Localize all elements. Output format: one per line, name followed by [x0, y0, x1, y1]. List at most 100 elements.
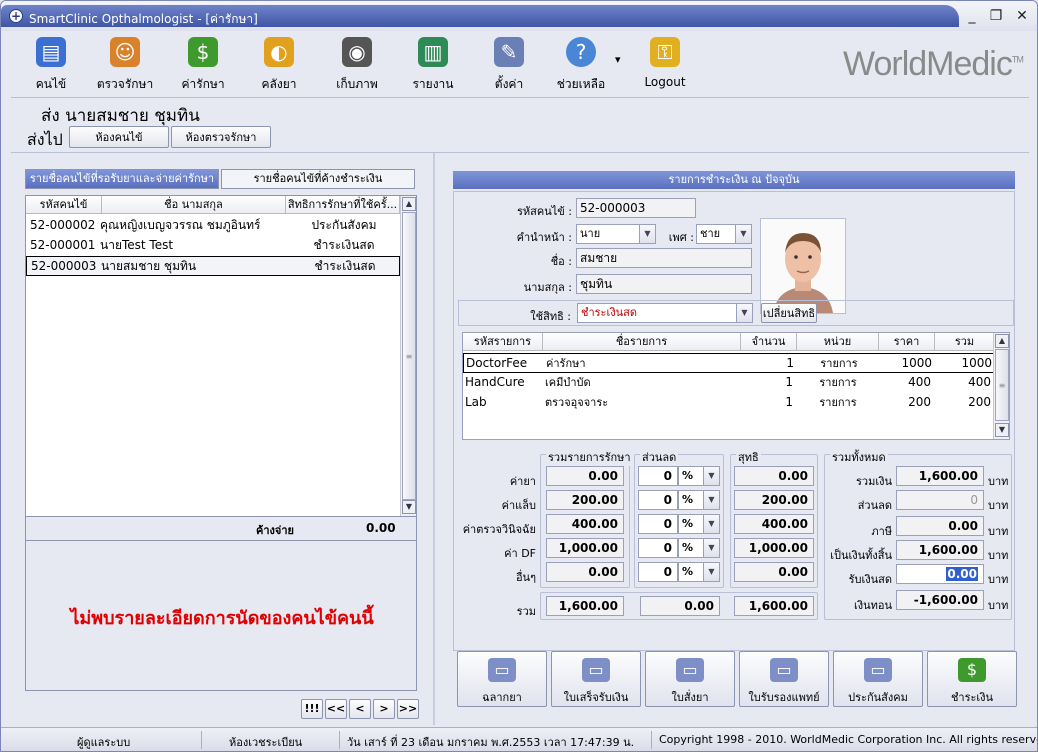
pay-button[interactable]: $ ชำระเงิน — [927, 651, 1017, 707]
lab-fee-discount[interactable]: 0 — [638, 490, 678, 510]
scroll-up-icon[interactable]: ▲ — [995, 334, 1009, 348]
other-fee-amount[interactable]: 0.00 — [546, 562, 624, 582]
last-name-field[interactable]: ชุมทิน — [576, 274, 752, 294]
column-header-unit[interactable]: หน่วย — [797, 333, 879, 351]
diagnosis-fee-discount[interactable]: 0 — [638, 514, 678, 534]
tab-owing-patients[interactable]: รายชื่อคนไข้ที่ค้างชำระเงิน — [221, 169, 415, 189]
column-header-qty[interactable]: จำนวน — [741, 333, 797, 351]
table-row[interactable]: 52-000001 นายTest Test ชำระเงินสด — [26, 236, 400, 256]
patient-list-scrollbar[interactable]: ▲ ≡ ▼ — [400, 196, 416, 516]
prescription-button[interactable]: ▭ ใบสั่งยา — [645, 651, 735, 707]
patient-room-button[interactable]: ห้องคนไข้ — [69, 126, 169, 148]
diagnosis-fee-discount-type[interactable]: % ▼ — [678, 514, 720, 534]
exam-room-button[interactable]: ห้องตรวจรักษา — [171, 126, 271, 148]
total-discount-field[interactable]: 0 — [896, 490, 984, 510]
tab-waiting-patients[interactable]: รายชื่อคนไข้ที่รอรับยาและจ่ายค่ารักษา — [25, 169, 219, 189]
minimize-button[interactable]: _ — [963, 9, 981, 25]
scroll-thumb[interactable]: ≡ — [995, 349, 1009, 421]
drug-fee-amount[interactable]: 0.00 — [546, 466, 624, 486]
patient-list[interactable]: รหัสคนไข้ ชื่อ นามสกุล สิทธิการรักษาที่ใ… — [25, 195, 417, 517]
sex-select[interactable]: ชาย ▼ — [696, 224, 752, 244]
other-fee-net[interactable]: 0.00 — [734, 562, 814, 582]
pager-last-button[interactable]: >> — [397, 699, 419, 719]
pager-prev-button[interactable]: < — [349, 699, 371, 719]
column-header-total[interactable]: รวม — [935, 333, 995, 351]
patient-id-field[interactable]: 52-000003 — [576, 198, 696, 218]
pager-next-button[interactable]: > — [373, 699, 395, 719]
toolbar-settings-button[interactable]: ✎ ตั้งค่า — [469, 35, 549, 95]
close-button[interactable]: ✕ — [1013, 9, 1031, 25]
maximize-button[interactable]: ❐ — [987, 9, 1005, 25]
scroll-up-icon[interactable]: ▲ — [402, 197, 416, 211]
items-table[interactable]: รหัสรายการ ชื่อรายการ จำนวน หน่วย ราคา ร… — [462, 332, 1010, 440]
table-row[interactable]: Lab ตรวจอุจจาระ 1 รายการ 200 200 — [463, 393, 995, 413]
pager-first-button[interactable]: << — [325, 699, 347, 719]
scroll-thumb[interactable]: ≡ — [402, 212, 416, 500]
df-fee-discount[interactable]: 0 — [638, 538, 678, 558]
sex-value: ชาย — [700, 227, 721, 240]
drug-fee-discount-type[interactable]: % ▼ — [678, 466, 720, 486]
chevron-down-icon[interactable]: ▼ — [639, 225, 655, 243]
toolbar-patient-button[interactable]: ▤ คนไข้ — [11, 35, 91, 95]
column-header-right[interactable]: สิทธิการรักษาที่ใช้ครั้... — [286, 196, 400, 214]
items-scrollbar[interactable]: ▲ ≡ ▼ — [993, 333, 1009, 439]
grand-total-field[interactable]: 1,600.00 — [896, 540, 984, 560]
printer-icon: ▭ — [582, 658, 610, 682]
lab-fee-net[interactable]: 200.00 — [734, 490, 814, 510]
chevron-down-icon[interactable]: ▼ — [703, 515, 719, 533]
toolbar-pharmacy-button[interactable]: ◐ คลังยา — [239, 35, 319, 95]
table-row[interactable]: HandCure เคมีบำบัด 1 รายการ 400 400 — [463, 373, 995, 393]
toolbar-help-button[interactable]: ? ช่วยเหลือ — [541, 35, 621, 95]
diagnosis-fee-net[interactable]: 400.00 — [734, 514, 814, 534]
prefix-select[interactable]: นาย ▼ — [576, 224, 656, 244]
change-field[interactable]: -1,600.00 — [896, 590, 984, 610]
total-amount-field[interactable]: 1,600.00 — [896, 466, 984, 486]
scroll-down-icon[interactable]: ▼ — [995, 423, 1009, 437]
toolbar-exam-button[interactable]: ☺ ตรวจรักษา — [85, 35, 165, 95]
scroll-down-icon[interactable]: ▼ — [402, 500, 416, 514]
table-row-selected[interactable]: 52-000003 นายสมชาย ชุมทิน ชำระเงินสด — [26, 256, 400, 276]
tax-field[interactable]: 0.00 — [896, 516, 984, 536]
cash-received-input[interactable]: 0.00 — [896, 564, 984, 584]
chevron-down-icon[interactable]: ▼ — [703, 539, 719, 557]
df-fee-discount-type[interactable]: % ▼ — [678, 538, 720, 558]
column-header-item-name[interactable]: ชื่อรายการ — [543, 333, 741, 351]
lab-fee-amount[interactable]: 200.00 — [546, 490, 624, 510]
sum-discount[interactable]: 0.00 — [640, 596, 720, 616]
column-header-name[interactable]: ชื่อ นามสกุล — [102, 196, 286, 214]
drug-fee-discount[interactable]: 0 — [638, 466, 678, 486]
column-header-price[interactable]: ราคา — [879, 333, 935, 351]
help-dropdown-icon[interactable]: ▾ — [615, 53, 621, 66]
chevron-down-icon[interactable]: ▼ — [703, 491, 719, 509]
pager-all-button[interactable]: !!! — [301, 699, 323, 719]
use-right-select[interactable]: ชำระเงินสด ▼ — [577, 303, 753, 323]
chevron-down-icon[interactable]: ▼ — [736, 304, 752, 322]
toolbar-report-button[interactable]: ▥ รายงาน — [393, 35, 473, 95]
receipt-button[interactable]: ▭ ใบเสร็จรับเงิน — [551, 651, 641, 707]
diagnosis-fee-amount[interactable]: 400.00 — [546, 514, 624, 534]
medical-certificate-button[interactable]: ▭ ใบรับรองแพทย์ — [739, 651, 829, 707]
sum-amount[interactable]: 1,600.00 — [546, 596, 624, 616]
other-fee-discount-type[interactable]: % ▼ — [678, 562, 720, 582]
chevron-down-icon[interactable]: ▼ — [735, 225, 751, 243]
chevron-down-icon[interactable]: ▼ — [703, 467, 719, 485]
social-security-button[interactable]: ▭ ประกันสังคม — [833, 651, 923, 707]
column-header-code[interactable]: รหัสรายการ — [463, 333, 543, 351]
table-row-selected[interactable]: DoctorFee ค่ารักษา 1 รายการ 1000 1000 — [463, 353, 995, 373]
lab-fee-discount-type[interactable]: % ▼ — [678, 490, 720, 510]
column-header-id[interactable]: รหัสคนไข้ — [26, 196, 102, 214]
other-fee-discount[interactable]: 0 — [638, 562, 678, 582]
df-fee-amount[interactable]: 1,000.00 — [546, 538, 624, 558]
first-name-field[interactable]: สมชาย — [576, 248, 752, 268]
sum-net[interactable]: 1,600.00 — [734, 596, 814, 616]
chevron-down-icon[interactable]: ▼ — [703, 563, 719, 581]
drug-label-button[interactable]: ▭ ฉลากยา — [457, 651, 547, 707]
change-right-button[interactable]: เปลี่ยนสิทธิ — [761, 303, 817, 323]
table-row[interactable]: 52-000002 คุณหญิงเบญจวรรณ ชมภูอินทร์ ประ… — [26, 216, 400, 236]
toolbar-camera-button[interactable]: ◉ เก็บภาพ — [317, 35, 397, 95]
toolbar-logout-button[interactable]: ⚿ Logout — [625, 35, 705, 95]
panel-splitter[interactable] — [433, 153, 435, 725]
toolbar-fee-button[interactable]: $ ค่ารักษา — [163, 35, 243, 95]
drug-fee-net[interactable]: 0.00 — [734, 466, 814, 486]
df-fee-net[interactable]: 1,000.00 — [734, 538, 814, 558]
